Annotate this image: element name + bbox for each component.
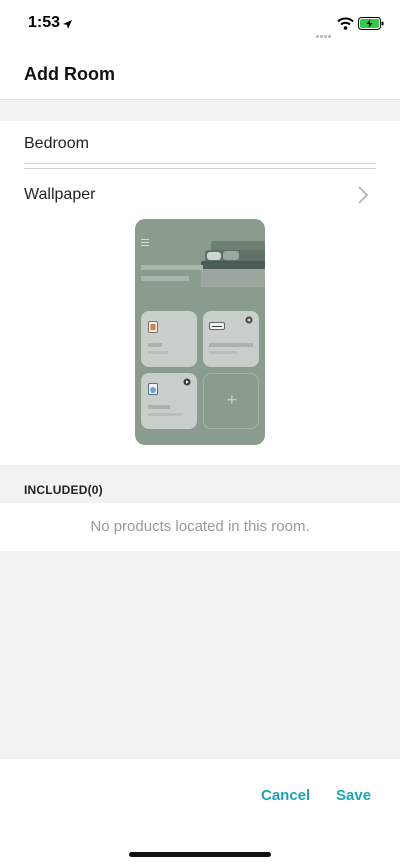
home-indicator[interactable]: [129, 852, 271, 857]
status-bar: 1:53: [0, 0, 400, 50]
preview-menu-icon: [141, 233, 150, 251]
wallpaper-preview[interactable]: +: [135, 219, 265, 445]
signal-icon: [316, 25, 332, 43]
nav-header: Add Room: [0, 50, 400, 100]
wallpaper-label: Wallpaper: [24, 186, 96, 203]
page-title: Add Room: [24, 64, 115, 84]
save-button[interactable]: Save: [336, 787, 371, 804]
preview-device-card-ac: [203, 311, 259, 367]
empty-products-message: No products located in this room.: [90, 518, 310, 535]
wifi-icon: [337, 17, 354, 35]
preview-add-card: +: [203, 373, 259, 429]
preview-device-card-washer: [141, 373, 197, 429]
bottom-action-bar: Cancel Save: [0, 759, 400, 866]
included-section-header: INCLUDED(0): [24, 483, 103, 497]
included-products-panel: No products located in this room.: [0, 503, 400, 551]
room-name-field[interactable]: Bedroom: [24, 135, 376, 153]
room-name-underline: [24, 163, 376, 169]
cancel-button[interactable]: Cancel: [261, 787, 310, 804]
plus-icon: +: [226, 392, 238, 408]
preview-device-card-heater: [141, 311, 197, 367]
preview-title-line: [141, 265, 203, 270]
preview-subtitle-line: [141, 276, 189, 281]
chevron-right-icon: [357, 185, 369, 210]
status-time: 1:53: [28, 14, 61, 31]
battery-charging-icon: [358, 17, 384, 35]
room-form: Bedroom Wallpaper +: [0, 121, 400, 465]
wallpaper-row[interactable]: Wallpaper: [0, 175, 400, 215]
location-arrow-icon: [62, 17, 73, 35]
preview-bed-image: [201, 241, 265, 292]
